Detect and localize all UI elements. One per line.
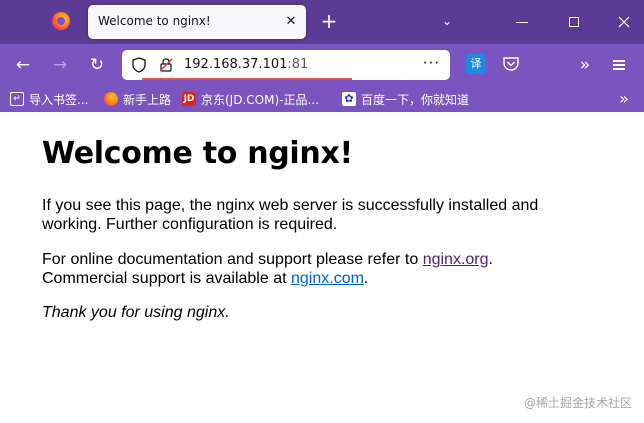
firefox-logo-icon xyxy=(52,12,70,30)
maximize-icon xyxy=(569,17,579,27)
jd-icon: JD xyxy=(182,92,196,106)
import-icon: ↵ xyxy=(10,92,24,106)
url-bar[interactable]: 192.168.37.101:81 ··· xyxy=(122,50,450,80)
new-tab-button[interactable]: + xyxy=(318,10,340,32)
commercial-text-period: . xyxy=(363,270,369,287)
commercial-text: Commercial support is available at xyxy=(42,270,291,287)
thank-you-paragraph: Thank you for using nginx. xyxy=(42,304,230,321)
url-text[interactable]: 192.168.37.101:81 xyxy=(184,57,308,72)
bookmark-jd[interactable]: JD 京东(JD.COM)-正品... xyxy=(182,90,319,108)
page-content: Welcome to nginx! If you see this page, … xyxy=(0,112,644,423)
tab-strip: Welcome to nginx! ✕ + ⌄ xyxy=(0,0,644,44)
bookmarks-overflow-button[interactable]: » xyxy=(614,89,634,108)
maximize-button[interactable] xyxy=(562,10,586,34)
tab-close-icon[interactable]: ✕ xyxy=(282,13,300,31)
nginx-com-link[interactable]: nginx.com xyxy=(291,270,364,287)
tab-title: Welcome to nginx! xyxy=(98,14,211,28)
reload-button[interactable]: ↻ xyxy=(84,53,110,77)
forward-button[interactable]: → xyxy=(47,53,73,77)
firefox-icon xyxy=(104,92,118,106)
bookmark-label: 京东(JD.COM)-正品... xyxy=(201,92,319,107)
page-actions-menu-icon[interactable]: ··· xyxy=(423,54,440,72)
bookmark-label: 新手上路 xyxy=(123,92,172,107)
url-port: :81 xyxy=(287,57,309,72)
docs-paragraph: For online documentation and support ple… xyxy=(42,250,562,288)
bookmark-baidu[interactable]: ✿ 百度一下，你就知道 xyxy=(342,90,469,108)
docs-text: For online documentation and support ple… xyxy=(42,251,423,268)
bookmark-getting-started[interactable]: 新手上路 xyxy=(104,90,171,108)
translate-icon[interactable]: 译 xyxy=(466,54,486,74)
toolbar-overflow-button[interactable]: » xyxy=(574,53,596,77)
intro-paragraph: If you see this page, the nginx web serv… xyxy=(42,197,539,233)
navigation-toolbar: ← → ↻ 192.168.37.101:81 ··· 译 » xyxy=(0,44,644,86)
close-icon xyxy=(618,16,630,28)
minimize-button[interactable] xyxy=(510,10,534,34)
minimize-icon xyxy=(516,22,528,23)
bookmark-import[interactable]: ↵ 导入书签... xyxy=(10,90,88,108)
bookmark-label: 导入书签... xyxy=(29,92,89,107)
url-host: 192.168.37.101 xyxy=(184,57,288,72)
nginx-org-link[interactable]: nginx.org xyxy=(423,251,489,268)
tab-welcome-nginx[interactable]: Welcome to nginx! ✕ xyxy=(88,5,306,39)
docs-text-period: . xyxy=(488,251,493,268)
baidu-icon: ✿ xyxy=(342,92,356,106)
back-button[interactable]: ← xyxy=(10,53,36,77)
pocket-icon[interactable] xyxy=(502,55,520,73)
tracking-protection-shield-icon[interactable] xyxy=(132,57,146,73)
url-red-underline xyxy=(142,78,352,80)
insecure-lock-icon[interactable] xyxy=(158,57,174,73)
close-window-button[interactable] xyxy=(612,10,636,34)
hamburger-menu-icon[interactable] xyxy=(608,53,632,77)
bookmarks-toolbar: ↵ 导入书签... 新手上路 JD 京东(JD.COM)-正品... ✿ 百度一… xyxy=(0,86,644,112)
bookmark-label: 百度一下，你就知道 xyxy=(361,92,470,107)
watermark: @稀土掘金技术社区 xyxy=(523,396,632,410)
list-all-tabs-icon[interactable]: ⌄ xyxy=(438,12,456,30)
page-heading: Welcome to nginx! xyxy=(42,136,353,171)
